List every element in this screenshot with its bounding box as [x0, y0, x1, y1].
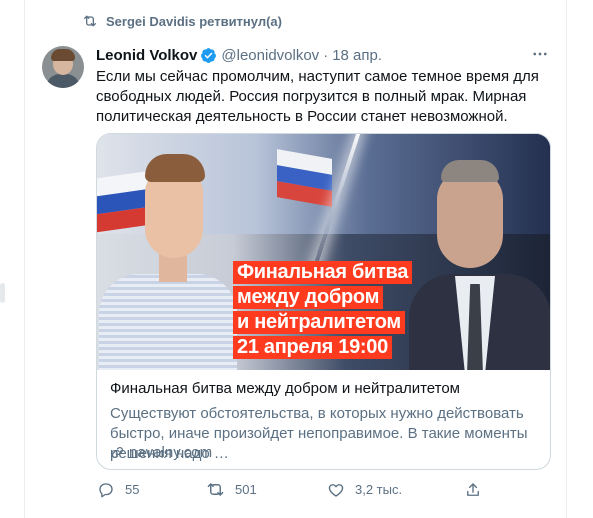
- timeline-right-border: [566, 0, 567, 518]
- share-icon: [463, 480, 482, 499]
- separator-dot: ·: [323, 47, 329, 64]
- reply-button[interactable]: 55: [96, 480, 139, 499]
- retweet-button[interactable]: 501: [206, 480, 257, 499]
- tweet-header: Leonid Volkov @leonidvolkov · 18 апр.: [96, 47, 382, 64]
- link-icon: [110, 445, 125, 460]
- person-left-hair: [145, 154, 205, 182]
- share-button[interactable]: [463, 480, 492, 499]
- banner-line: 21 апреля 19:00: [233, 336, 392, 359]
- retweet-label: Sergei Davidis ретвитнул(а): [106, 13, 282, 29]
- tweet-date[interactable]: 18 апр.: [332, 47, 382, 64]
- like-count: 3,2 тыс.: [355, 482, 403, 497]
- scroll-indicator: [0, 283, 5, 303]
- author-name[interactable]: Leonid Volkov: [96, 47, 197, 64]
- link-card[interactable]: Финальная битва между добром и нейтралит…: [96, 133, 551, 470]
- more-dots-icon: [531, 45, 549, 68]
- banner-line: и нейтралитетом: [233, 311, 405, 334]
- author-handle[interactable]: @leonidvolkov: [221, 47, 319, 64]
- avatar[interactable]: [42, 46, 84, 88]
- tweet[interactable]: Sergei Davidis ретвитнул(а) Leonid Volko…: [25, 0, 566, 518]
- heart-icon: [326, 480, 345, 499]
- card-image-banner: Финальная битва между добром и нейтралит…: [229, 259, 416, 363]
- banner-line: Финальная битва: [233, 261, 413, 284]
- retweet-icon: [82, 13, 98, 29]
- retweet-context[interactable]: Sergei Davidis ретвитнул(а): [82, 12, 282, 30]
- more-options-button[interactable]: [528, 44, 552, 68]
- person-right-hair: [441, 160, 499, 182]
- banner-line: между добром: [233, 286, 384, 309]
- like-button[interactable]: 3,2 тыс.: [326, 480, 402, 499]
- reply-count: 55: [125, 482, 140, 497]
- reply-icon: [96, 480, 115, 499]
- avatar-body: [46, 74, 80, 88]
- retweet-count: 501: [235, 482, 257, 497]
- card-domain-text: navalny.com: [129, 444, 213, 461]
- retweet-action-icon: [206, 480, 225, 499]
- tweet-actions: 55 501 3,2 тыс.: [96, 480, 556, 502]
- person-right-face: [437, 170, 503, 268]
- avatar-hair: [51, 49, 75, 61]
- card-domain: navalny.com: [110, 444, 212, 461]
- verified-badge-icon: [200, 47, 217, 64]
- card-title: Финальная битва между добром и нейтралит…: [110, 380, 460, 397]
- card-image: Финальная битва между добром и нейтралит…: [97, 134, 550, 370]
- tweet-text: Если мы сейчас промолчим, наступит самое…: [96, 68, 539, 125]
- person-left-shirt: [99, 274, 237, 370]
